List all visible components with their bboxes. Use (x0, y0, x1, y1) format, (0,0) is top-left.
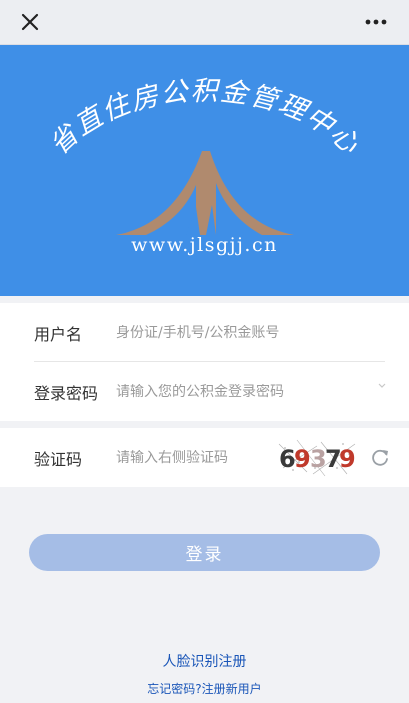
captcha-row: 验证码 6 9 3 (0, 428, 409, 487)
refresh-icon[interactable] (369, 446, 391, 468)
login-form: 用户名 登录密码 验证码 (0, 296, 409, 487)
svg-text:省直住房公积金管理中心: 省直住房公积金管理中心 (44, 76, 366, 161)
login-button[interactable]: 登录 (29, 534, 380, 571)
banner-website-url: www.jlsgjj.cn (131, 234, 278, 256)
password-input[interactable] (116, 383, 336, 400)
captcha-label: 验证码 (34, 449, 83, 469)
captcha-char-5: 9 (339, 445, 356, 473)
login-screen: 省直住房公积金管理中心 www.jlsgjj.cn 用户名 登录密码 验证 (0, 0, 409, 703)
username-row: 用户名 (0, 303, 409, 362)
face-recognition-register-link[interactable]: 人脸识别注册 (0, 651, 409, 671)
register-new-user-link[interactable]: 注册新用户 (202, 682, 262, 696)
forgot-password-link[interactable]: 忘记密码? (147, 682, 201, 696)
captcha-char-2: 9 (294, 445, 311, 473)
more-dots-icon (365, 19, 387, 25)
password-row: 登录密码 (0, 362, 409, 421)
logo-icon (116, 151, 294, 235)
captcha-image[interactable]: 6 9 3 7 9 (277, 438, 357, 478)
chevron-down-icon (378, 383, 386, 388)
svg-text:6 9 3: 6 9 3 7 9 (279, 445, 356, 473)
banner: 省直住房公积金管理中心 www.jlsgjj.cn (0, 45, 409, 296)
close-button[interactable] (18, 10, 42, 34)
close-icon (21, 13, 39, 31)
username-input[interactable] (116, 324, 326, 341)
account-links: 忘记密码?注册新用户 (0, 680, 409, 697)
top-navigation-bar (0, 0, 409, 45)
more-options-button[interactable] (361, 10, 391, 34)
captcha-input[interactable] (116, 449, 266, 466)
password-label: 登录密码 (34, 383, 99, 403)
username-label: 用户名 (34, 324, 83, 344)
banner-artwork: 省直住房公积金管理中心 (44, 76, 366, 235)
banner-arc-title: 省直住房公积金管理中心 (44, 76, 364, 161)
